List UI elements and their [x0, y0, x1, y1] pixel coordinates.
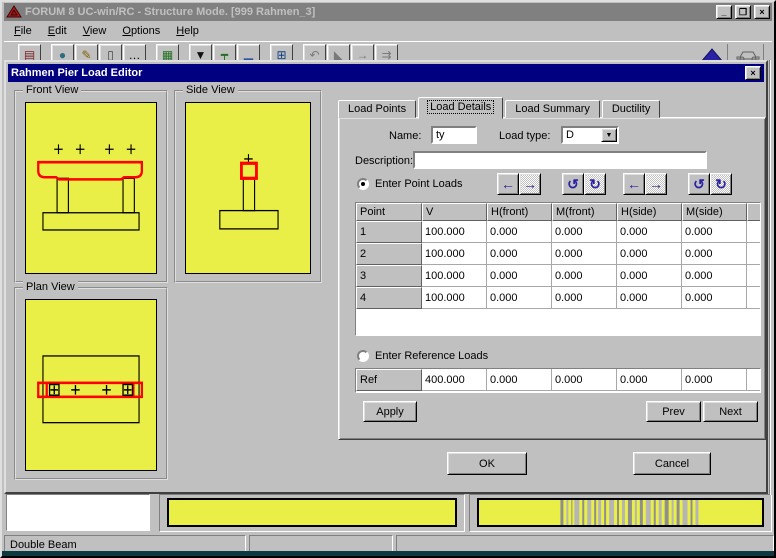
rotate-ccw-front-button[interactable]: ↺ — [562, 173, 584, 195]
enter-point-loads-label: Enter Point Loads — [375, 178, 462, 190]
rotate-ccw-side-button[interactable]: ↺ — [688, 173, 710, 195]
enter-reference-loads-radio[interactable] — [357, 350, 369, 362]
menu-edit[interactable]: Edit — [40, 23, 75, 39]
side-view-drawing — [186, 103, 310, 273]
table-row: 3 100.000 0.000 0.000 0.000 0.000 — [356, 265, 760, 287]
move-pair-side: ← → — [623, 173, 667, 195]
reference-loads-table: Ref 400.000 0.000 0.000 0.000 0.000 — [355, 368, 761, 393]
move-right-side-button[interactable]: → — [645, 173, 667, 195]
cancel-button[interactable]: Cancel — [633, 452, 711, 475]
close-icon[interactable]: × — [754, 5, 770, 19]
rotate-pair-front: ↺ ↻ — [562, 173, 606, 195]
rahmen-pier-load-editor-dialog: Rahmen Pier Load Editor × Front View — [4, 60, 768, 494]
lower-view-frame-left — [159, 494, 465, 532]
side-view-label: Side View — [183, 84, 238, 96]
load-type-select[interactable]: D ▼ — [561, 126, 619, 144]
dialog-titlebar: Rahmen Pier Load Editor × — [8, 64, 764, 82]
plan-view-group: Plan View — [14, 287, 168, 480]
load-type-label: Load type: — [499, 130, 550, 142]
tab-ductility[interactable]: Ductility — [602, 100, 661, 118]
prev-button[interactable]: Prev — [646, 401, 701, 422]
front-view-drawing — [26, 103, 156, 273]
desktop-strip — [2, 551, 774, 556]
apply-button[interactable]: Apply — [363, 401, 417, 422]
lower-view-canvas-right — [477, 498, 764, 527]
table-row: 4 100.000 0.000 0.000 0.000 0.000 — [356, 287, 760, 309]
status-text: Double Beam — [10, 539, 77, 551]
dialog-title: Rahmen Pier Load Editor — [11, 67, 745, 79]
description-label: Description: — [355, 155, 413, 167]
name-input[interactable]: ty — [431, 126, 477, 144]
name-label: Name: — [389, 130, 421, 142]
plan-view-label: Plan View — [23, 281, 78, 293]
chevron-down-icon[interactable]: ▼ — [601, 128, 617, 142]
rebar-bars-graphic — [479, 500, 762, 525]
point-loads-table: Point V H(front) M(front) H(side) M(side… — [355, 202, 761, 336]
application-window: FORUM 8 UC-win/RC - Structure Mode. [999… — [0, 0, 776, 558]
description-input[interactable] — [413, 151, 707, 169]
front-view-label: Front View — [23, 84, 81, 96]
lower-view-canvas-left — [167, 498, 457, 527]
restore-icon[interactable]: ❐ — [735, 5, 751, 19]
window-titlebar: FORUM 8 UC-win/RC - Structure Mode. [999… — [4, 3, 772, 21]
tab-load-points[interactable]: Load Points — [338, 100, 416, 118]
ok-button[interactable]: OK — [447, 452, 527, 475]
model-tree-panel[interactable] — [6, 494, 150, 531]
side-view-canvas — [185, 102, 311, 274]
side-view-group: Side View — [174, 90, 322, 283]
enter-point-loads-radio[interactable] — [357, 178, 369, 190]
app-logo-icon — [6, 5, 22, 19]
plan-view-canvas — [25, 299, 157, 471]
menubar: File Edit View Options Help — [4, 22, 772, 40]
enter-reference-loads-label: Enter Reference Loads — [375, 350, 488, 362]
menu-view[interactable]: View — [75, 23, 115, 39]
rotate-cw-front-button[interactable]: ↻ — [584, 173, 606, 195]
menu-help[interactable]: Help — [168, 23, 207, 39]
move-left-front-button[interactable]: ← — [497, 173, 519, 195]
front-view-canvas — [25, 102, 157, 274]
rotate-pair-side: ↺ ↻ — [688, 173, 732, 195]
dialog-close-icon[interactable]: × — [745, 66, 761, 80]
tab-strip: Load Points Load Details Load Summary Du… — [338, 97, 662, 118]
table-row: 1 100.000 0.000 0.000 0.000 0.000 — [356, 221, 760, 243]
plan-view-drawing — [26, 300, 156, 470]
window-frame-edge — [769, 60, 771, 495]
move-left-side-button[interactable]: ← — [623, 173, 645, 195]
load-details-tab-page: Name: ty Load type: D ▼ Description: Ent… — [338, 117, 766, 440]
move-right-front-button[interactable]: → — [519, 173, 541, 195]
front-view-group: Front View — [14, 90, 168, 283]
window-title: FORUM 8 UC-win/RC - Structure Mode. [999… — [25, 6, 713, 18]
rotate-cw-side-button[interactable]: ↻ — [710, 173, 732, 195]
table-row: 2 100.000 0.000 0.000 0.000 0.000 — [356, 243, 760, 265]
tab-load-details[interactable]: Load Details — [418, 97, 503, 119]
move-pair-front: ← → — [497, 173, 541, 195]
next-button[interactable]: Next — [703, 401, 758, 422]
tab-load-summary[interactable]: Load Summary — [505, 100, 600, 118]
menu-options[interactable]: Options — [114, 23, 168, 39]
table-header-row: Point V H(front) M(front) H(side) M(side… — [356, 203, 760, 221]
menu-file[interactable]: File — [6, 23, 40, 39]
minimize-icon[interactable]: _ — [716, 5, 732, 19]
lower-view-frame-right — [469, 494, 772, 532]
reference-row: Ref 400.000 0.000 0.000 0.000 0.000 — [356, 369, 760, 391]
